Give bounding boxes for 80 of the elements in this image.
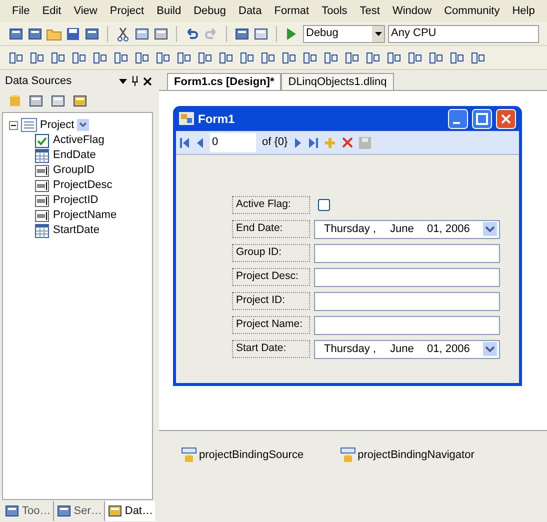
textbox-icon xyxy=(35,210,49,222)
align-icon[interactable] xyxy=(8,50,24,66)
field-label: End Date: xyxy=(232,220,310,238)
align-icon[interactable] xyxy=(50,50,66,66)
menu-item[interactable]: Help xyxy=(512,2,535,20)
tree-item[interactable]: StartDate xyxy=(53,222,100,239)
tree-item[interactable]: ProjectID xyxy=(53,192,98,209)
close-icon[interactable] xyxy=(143,76,152,86)
menu-item[interactable]: Data xyxy=(238,2,262,20)
align-icon[interactable] xyxy=(29,50,45,66)
panel-title: Data Sources xyxy=(5,74,72,89)
menu-item[interactable]: Test xyxy=(360,2,380,20)
form-title: Form1 xyxy=(198,110,236,128)
component-label[interactable]: projectBindingNavigator xyxy=(358,446,474,464)
calendar-icon xyxy=(35,148,49,162)
menu-item[interactable]: View xyxy=(74,2,98,20)
pin-icon[interactable] xyxy=(131,76,139,86)
table-icon xyxy=(21,118,37,132)
text-field[interactable] xyxy=(314,292,500,310)
field-label: Project ID: xyxy=(232,292,310,310)
first-record-icon[interactable] xyxy=(180,136,190,148)
menu-item[interactable]: Debug xyxy=(194,2,226,20)
component-icon xyxy=(340,447,356,463)
menu-item[interactable]: Tools xyxy=(322,2,348,20)
text-field[interactable] xyxy=(314,268,500,286)
caret-icon[interactable] xyxy=(119,78,127,84)
field-label: Project Desc: xyxy=(232,268,310,286)
tree-item[interactable]: EndDate xyxy=(53,147,96,164)
date-picker[interactable]: Thursday , June 01, 2006 xyxy=(314,340,500,358)
maximize-icon[interactable] xyxy=(472,108,492,128)
panel-tab[interactable]: Dat… xyxy=(104,501,156,521)
textbox-icon xyxy=(35,194,49,206)
align-icon[interactable] xyxy=(113,50,129,66)
tree-item[interactable]: ProjectDesc xyxy=(53,177,112,194)
date-picker[interactable]: Thursday , June 01, 2006 xyxy=(314,220,500,238)
text-field[interactable] xyxy=(314,244,500,262)
document-tab[interactable]: DLinqObjects1.dlinq xyxy=(281,73,394,90)
component-icon xyxy=(181,447,197,463)
menu-item[interactable]: File xyxy=(12,2,30,20)
form-icon xyxy=(179,112,194,125)
menu-item[interactable]: Format xyxy=(274,2,310,20)
checkbox-icon xyxy=(35,134,49,148)
textbox-icon xyxy=(35,180,49,192)
minimize-icon[interactable] xyxy=(448,108,468,128)
tree-item[interactable]: GroupID xyxy=(53,162,95,179)
document-tab[interactable]: Form1.cs [Design]* xyxy=(167,73,282,90)
tree-item[interactable]: ProjectName xyxy=(53,207,117,224)
collapse-toggle[interactable] xyxy=(9,120,18,130)
menu-item[interactable]: Project xyxy=(110,2,144,20)
configuration-dropdown[interactable]: Debug xyxy=(303,24,385,42)
record-count: of {0} xyxy=(262,135,288,150)
minus-icon[interactable] xyxy=(11,122,16,128)
position-field[interactable]: 0 xyxy=(210,133,256,152)
play-icon[interactable] xyxy=(284,26,298,42)
menu-item[interactable]: Build xyxy=(156,2,182,20)
next-record-icon[interactable] xyxy=(294,136,302,148)
checkbox[interactable] xyxy=(318,199,330,211)
align-icon[interactable] xyxy=(71,50,87,66)
tree-item[interactable]: ActiveFlag xyxy=(53,132,104,149)
save-icon[interactable] xyxy=(65,26,81,42)
field-label: Start Date: xyxy=(232,340,310,358)
scissors-icon[interactable] xyxy=(115,26,131,42)
delete-icon[interactable] xyxy=(342,137,353,148)
field-label: Active Flag: xyxy=(232,196,310,214)
calendar-icon xyxy=(35,224,49,238)
align-icon[interactable] xyxy=(134,50,150,66)
text-field[interactable] xyxy=(314,316,500,334)
component-label[interactable]: projectBindingSource xyxy=(199,446,304,464)
menu-item[interactable]: Window xyxy=(392,2,432,20)
tree-item[interactable]: Project xyxy=(40,116,74,134)
textbox-icon xyxy=(35,164,49,176)
platform-dropdown[interactable]: Any CPU xyxy=(388,24,539,42)
align-icon[interactable] xyxy=(92,50,108,66)
field-label: Group ID: xyxy=(232,244,310,262)
menu-item[interactable]: Community xyxy=(444,2,500,20)
caret-icon xyxy=(374,32,382,36)
menu-item[interactable]: Edit xyxy=(42,2,62,20)
previous-record-icon[interactable] xyxy=(196,136,204,148)
field-label: Project Name: xyxy=(232,316,310,334)
last-record-icon[interactable] xyxy=(308,136,318,148)
